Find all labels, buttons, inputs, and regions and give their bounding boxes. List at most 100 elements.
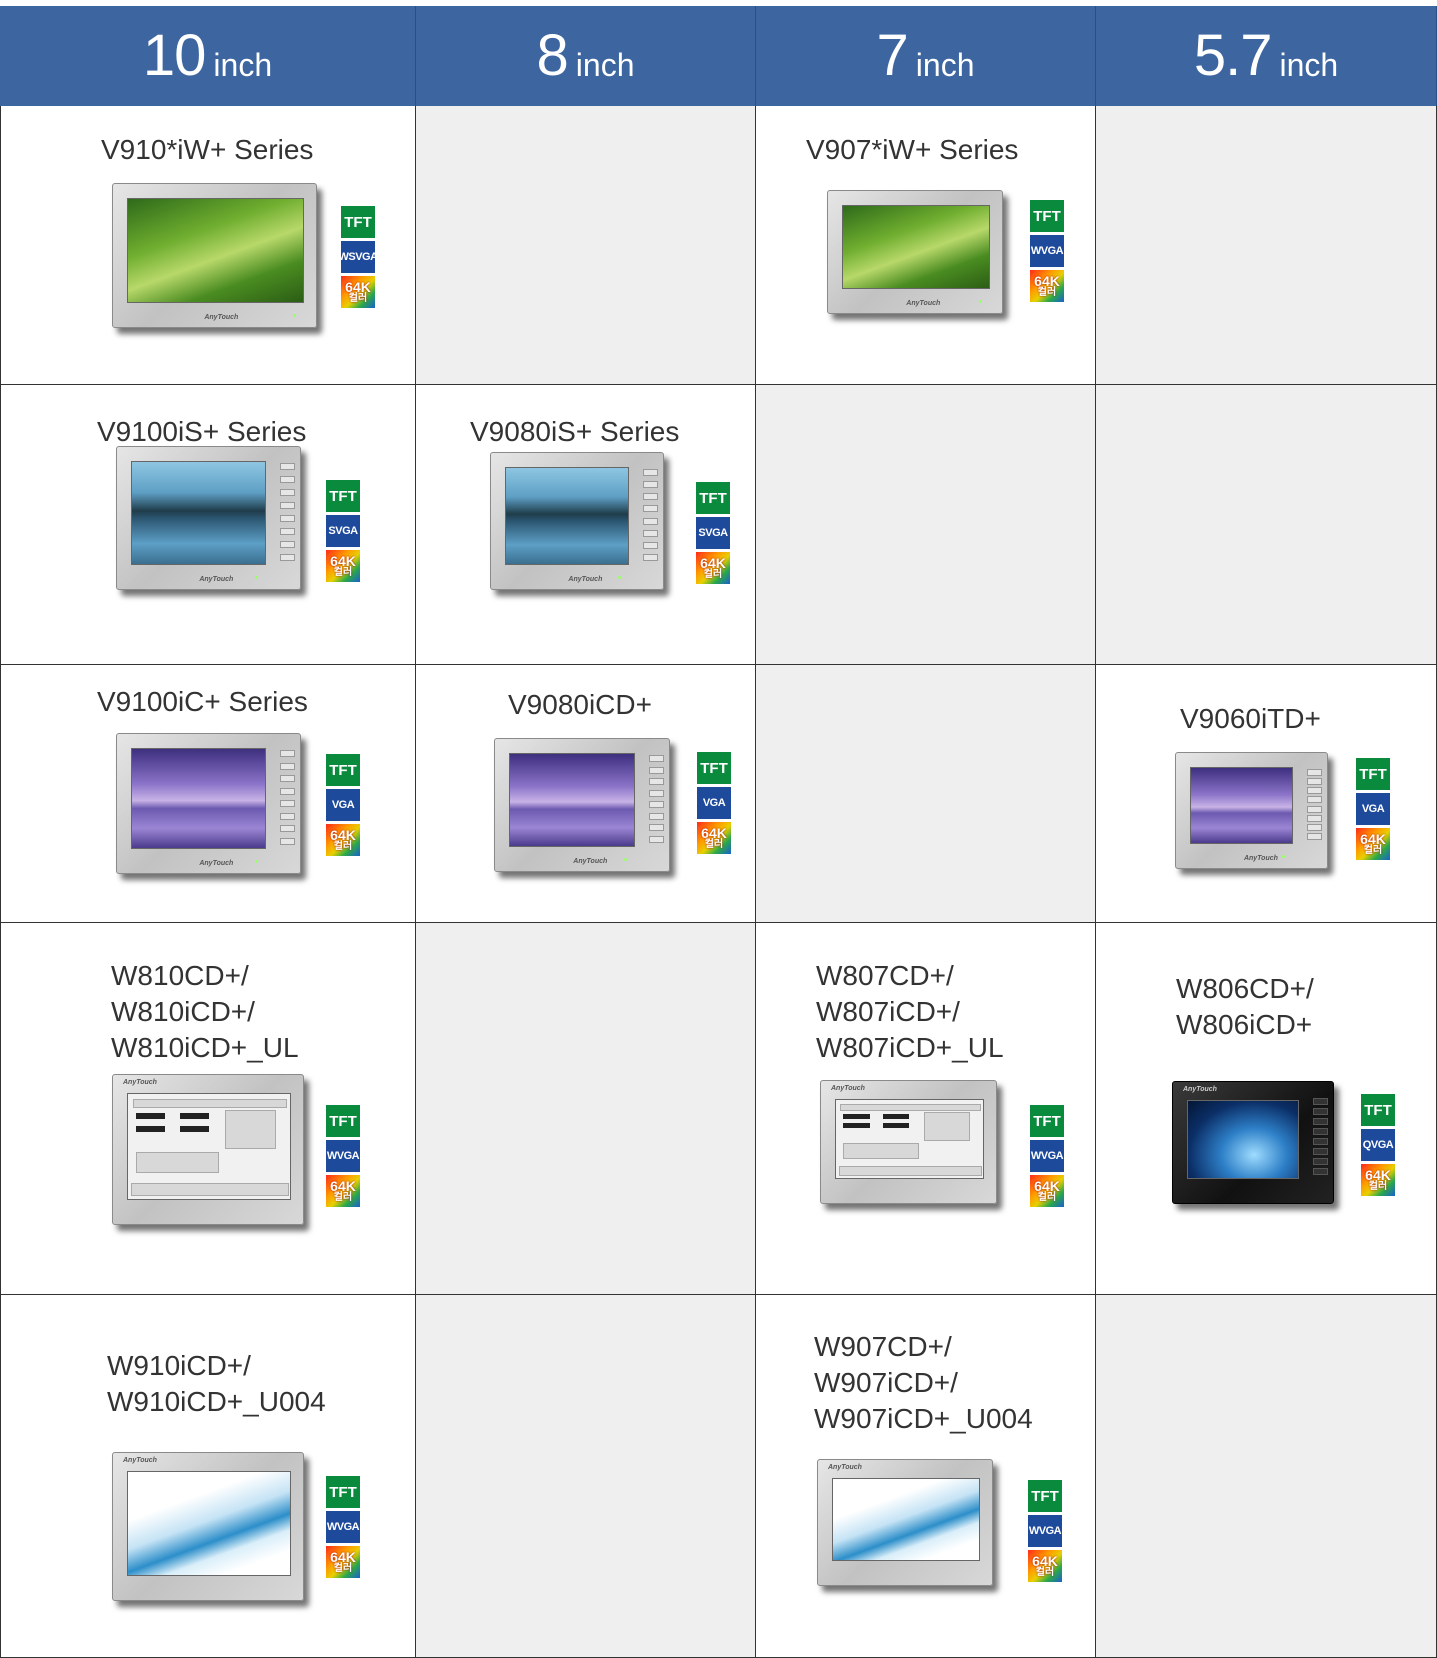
brand-logo: AnyTouch: [199, 576, 234, 583]
empty-cell: [756, 665, 1096, 923]
display-type-badge: TFT: [1030, 1105, 1064, 1137]
resolution-badge: WSVGA: [338, 241, 378, 273]
function-key: [280, 502, 295, 509]
color-depth-badge: 64K 컬러: [1361, 1164, 1395, 1196]
color-depth-badge: 64K 컬러: [326, 1175, 360, 1207]
function-key: [1313, 1098, 1328, 1105]
color-depth-value: 64K: [1034, 273, 1060, 289]
display-type-badge: TFT: [697, 752, 731, 784]
product-title: W910iCD+/ W910iCD+_U004: [107, 1350, 326, 1417]
color-depth-value: 64K: [330, 1178, 356, 1194]
product-cell: W810CD+/ W810iCD+/ W810iCD+_UL AnyTouch TF…: [0, 923, 416, 1295]
empty-cell: [1096, 106, 1437, 385]
function-key: [1313, 1118, 1328, 1125]
resolution-badge: VGA: [697, 787, 731, 819]
color-depth-label: 컬러: [333, 841, 353, 852]
function-key: [643, 529, 658, 537]
display-type-badge: TFT: [1361, 1094, 1395, 1126]
product-cell: W907CD+/ W907iCD+/ W907iCD+_U004 AnyTouch…: [756, 1295, 1096, 1658]
color-depth-badge: 64K 컬러: [1028, 1550, 1062, 1582]
panel-screen: [127, 1093, 291, 1200]
color-depth-label: 컬러: [1035, 1567, 1055, 1578]
screen-ui-element: [883, 1123, 910, 1129]
hmi-panel-image: AnyTouch: [1172, 1081, 1334, 1204]
color-depth-label: 컬러: [1037, 287, 1057, 298]
resolution-badge: WVGA: [1030, 1140, 1064, 1172]
function-key: [280, 837, 295, 845]
color-depth-value: 64K: [1360, 831, 1386, 847]
screen-ui-element: [883, 1114, 910, 1119]
color-depth-value: 64K: [1032, 1553, 1058, 1569]
product-cell: V907*iW+ Series AnyTouch TFT WVGA 64K 컬러: [756, 106, 1096, 385]
function-key: [643, 505, 658, 513]
header-7-inch: 7 inch: [756, 6, 1096, 106]
color-depth-label: 컬러: [1037, 1192, 1057, 1203]
display-type-badge: TFT: [1356, 758, 1390, 790]
empty-cell: [1096, 1295, 1437, 1658]
header-5-7-inch: 5.7 inch: [1096, 6, 1437, 106]
empty-cell: [416, 1295, 756, 1658]
color-depth-value: 64K: [330, 553, 356, 569]
function-key: [643, 553, 658, 561]
color-depth-value: 64K: [701, 825, 727, 841]
function-key: [1307, 814, 1322, 822]
brand-logo: AnyTouch: [204, 314, 239, 321]
color-depth-value: 64K: [1034, 1178, 1060, 1194]
resolution-badge: QVGA: [1361, 1129, 1395, 1161]
resolution-badge: WVGA: [1030, 235, 1064, 267]
hmi-panel-image: AnyTouch: [827, 190, 1003, 314]
function-key: [1313, 1138, 1328, 1145]
product-title: W806CD+/ W806iCD+: [1176, 973, 1314, 1040]
header-unit: inch: [213, 46, 273, 83]
hmi-panel-image: AnyTouch: [116, 446, 301, 590]
product-title: V910*iW+ Series: [101, 134, 314, 165]
brand-logo: AnyTouch: [828, 1464, 862, 1471]
screen-ui-element: [843, 1114, 870, 1119]
panel-screen: [131, 748, 266, 849]
function-key: [1313, 1168, 1328, 1175]
panel-screen: [131, 461, 266, 565]
display-type-badge: TFT: [326, 480, 360, 512]
function-key: [643, 493, 658, 501]
product-cell: V9080iS+ Series AnyTouch TFT SVGA 64K 컬러: [416, 385, 756, 665]
product-cell: V9060iTD+ AnyTouch TFT VGA 64K 컬러: [1096, 665, 1437, 923]
color-depth-badge: 64K 컬러: [1030, 270, 1064, 302]
screen-ui-element: [225, 1109, 276, 1149]
product-cell: V910*iW+ Series AnyTouch TFT WSVGA 64K 컬러: [0, 106, 416, 385]
status-led: [624, 858, 627, 861]
screen-ui-element: [843, 1123, 870, 1129]
product-title: W810CD+/ W810iCD+/ W810iCD+_UL: [111, 960, 299, 1063]
status-led: [293, 314, 296, 317]
panel-screen: [509, 753, 635, 847]
empty-cell: [416, 106, 756, 385]
hmi-panel-image: AnyTouch: [820, 1080, 997, 1204]
hmi-panel-image: AnyTouch: [116, 733, 301, 874]
display-type-badge: TFT: [326, 1476, 360, 1508]
function-key: [280, 750, 295, 757]
function-key: [1313, 1148, 1328, 1155]
function-key: [280, 800, 295, 808]
function-key: [643, 541, 658, 549]
status-led: [255, 860, 258, 863]
color-depth-value: 64K: [330, 827, 356, 843]
hmi-panel-image: AnyTouch: [817, 1459, 993, 1586]
screen-ui-element: [179, 1112, 209, 1120]
spec-badges: TFT WVGA 64K 컬러: [326, 1105, 360, 1207]
function-key: [643, 517, 658, 525]
function-keys: [280, 463, 295, 561]
status-led: [255, 576, 258, 579]
resolution-badge: WVGA: [326, 1511, 360, 1543]
function-key: [1307, 823, 1322, 831]
brand-logo: AnyTouch: [573, 858, 608, 865]
product-title: W907CD+/ W907iCD+/ W907iCD+_U004: [814, 1331, 1033, 1434]
hmi-panel-image: AnyTouch: [112, 1452, 304, 1601]
panel-screen: [842, 205, 990, 289]
function-keys: [649, 755, 664, 843]
header-10-inch: 10 inch: [0, 6, 416, 106]
color-depth-badge: 64K 컬러: [1356, 828, 1390, 860]
spec-badges: TFT WVGA 64K 컬러: [1030, 1105, 1064, 1207]
empty-cell: [756, 385, 1096, 665]
hmi-panel-image: AnyTouch: [1175, 752, 1328, 869]
function-key: [1307, 769, 1322, 776]
header-unit: inch: [1279, 46, 1339, 83]
